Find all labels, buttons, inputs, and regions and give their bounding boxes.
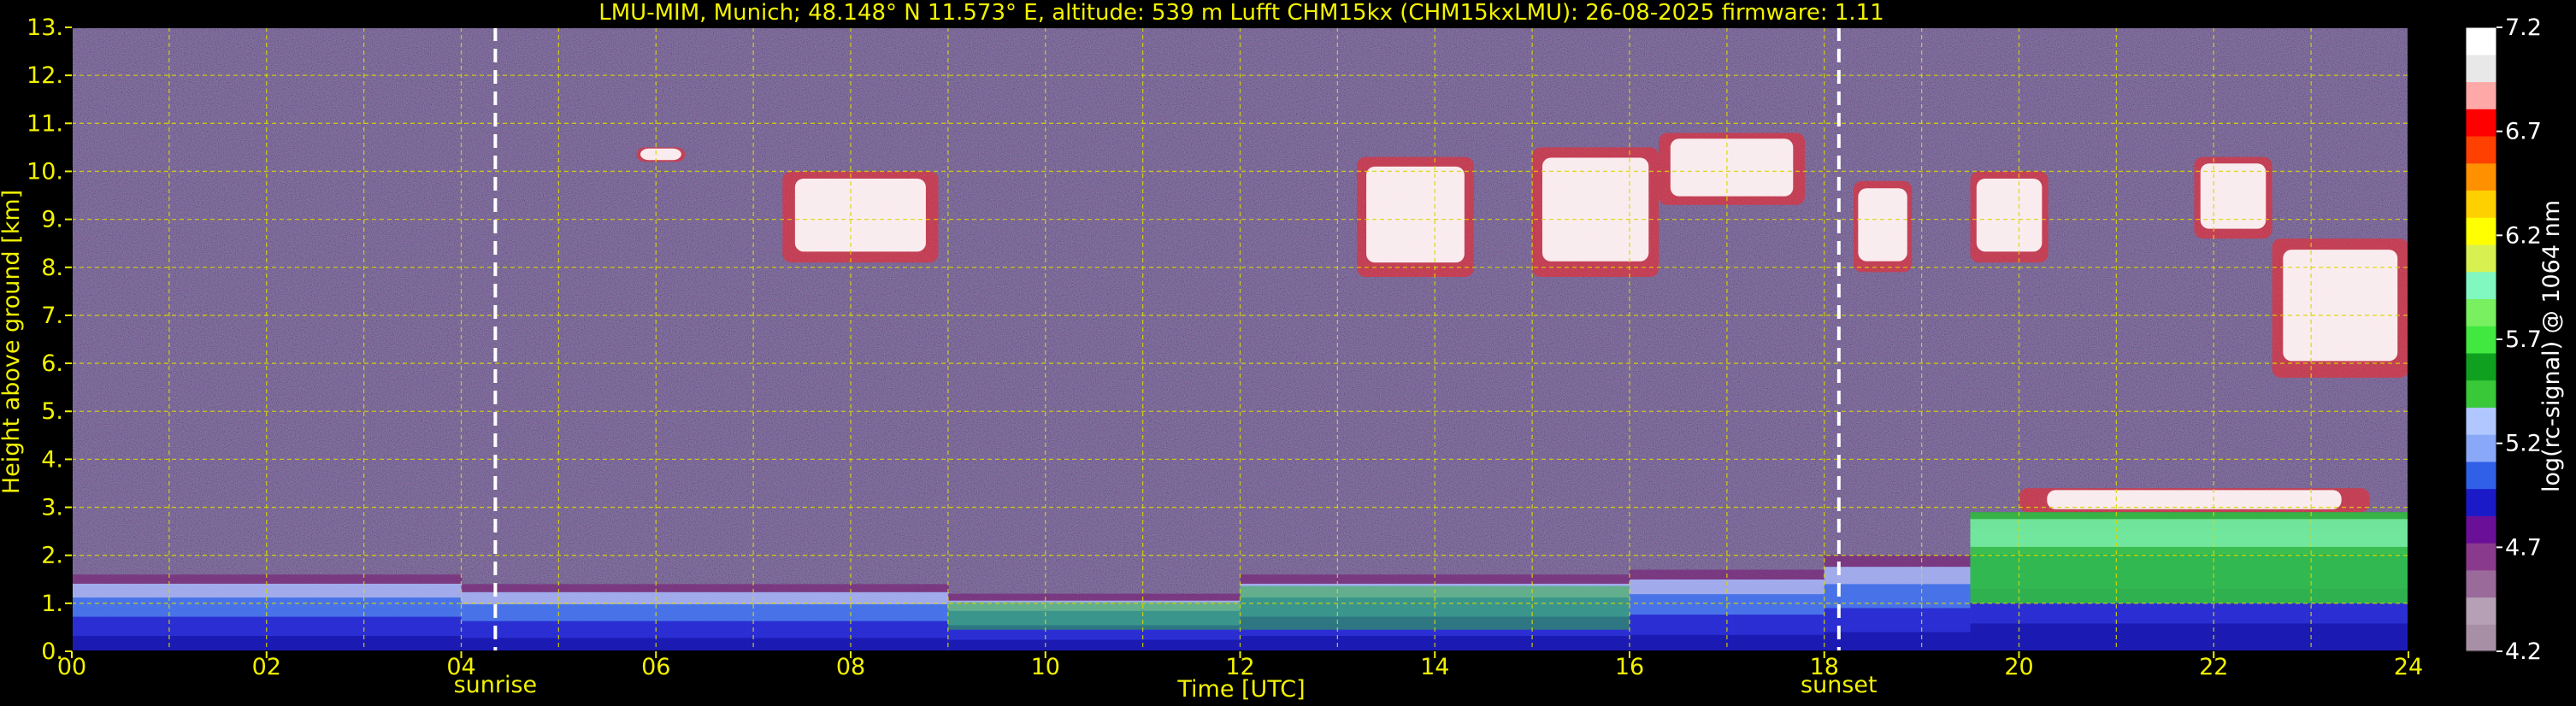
colorbar: 4.2 4.7 5.2 5.7 6.2 6.7 7.2 bbox=[2465, 15, 2542, 665]
colorbar-swatch bbox=[2466, 434, 2496, 462]
colorbar-swatch bbox=[2466, 271, 2496, 299]
y-tick-label: 2. bbox=[41, 543, 63, 569]
cloud-core bbox=[2283, 250, 2398, 362]
colorbar-swatch bbox=[2466, 217, 2496, 245]
x-tick-label: 16 bbox=[1615, 654, 1644, 680]
cloud-feature bbox=[1853, 180, 1913, 273]
cloud-feature bbox=[2019, 488, 2370, 513]
boundary-layer-segment bbox=[1970, 512, 2408, 651]
y-tick-label: 4. bbox=[41, 446, 63, 473]
colorbar-tick-label: 7.2 bbox=[2505, 15, 2542, 41]
colorbar-tick-label: 5.7 bbox=[2505, 327, 2542, 353]
x-tick-label: 08 bbox=[836, 654, 865, 680]
y-axis-label: Height above ground [km] bbox=[0, 190, 25, 494]
y-tick-label: 3. bbox=[41, 495, 63, 521]
colorbar-tick-label: 5.2 bbox=[2505, 431, 2542, 457]
cloud-core bbox=[1976, 178, 2043, 252]
colorbar-swatch bbox=[2466, 569, 2496, 598]
boundary-layer-band bbox=[1970, 623, 2408, 651]
cloud-feature bbox=[1659, 132, 1805, 205]
colorbar-swatch bbox=[2466, 298, 2496, 327]
cloud-core bbox=[640, 148, 681, 161]
ceilometer-chart: LMU-MIM, Munich; 48.148° N 11.573° E, al… bbox=[0, 0, 2565, 703]
cloud-core bbox=[1670, 138, 1794, 197]
colorbar-swatch bbox=[2466, 81, 2496, 109]
cloud-feature bbox=[636, 147, 686, 162]
boundary-layer-segment bbox=[461, 584, 949, 651]
colorbar-swatch bbox=[2466, 624, 2496, 652]
cloud-core bbox=[1366, 166, 1465, 263]
y-tick-label: 8. bbox=[41, 255, 63, 281]
y-tick-label: 7. bbox=[41, 303, 63, 329]
y-tick-label: 1. bbox=[41, 591, 63, 617]
aerosol-band bbox=[947, 602, 1241, 630]
cloud-core bbox=[1858, 188, 1907, 262]
x-tick-label: 20 bbox=[2004, 654, 2033, 680]
x-tick-label: 22 bbox=[2199, 654, 2228, 680]
colorbar-swatch bbox=[2466, 543, 2496, 571]
boundary-layer-band bbox=[947, 639, 1241, 651]
colorbar-swatch bbox=[2466, 352, 2496, 381]
cloud-core bbox=[2047, 490, 2342, 509]
colorbar-swatch bbox=[2466, 190, 2496, 218]
colorbar-tick-label: 4.2 bbox=[2505, 638, 2542, 665]
cloud-feature bbox=[1357, 156, 1474, 277]
x-axis-label: Time [UTC] bbox=[1176, 676, 1305, 703]
x-tick-label: 04 bbox=[446, 654, 475, 680]
boundary-layer-band bbox=[1824, 632, 1972, 651]
colorbar-swatch bbox=[2466, 407, 2496, 435]
colorbar-tick-label: 6.2 bbox=[2505, 222, 2542, 249]
cloud-core bbox=[1541, 157, 1649, 262]
y-tick-label: 13. bbox=[27, 15, 63, 41]
colorbar-tick-label: 4.7 bbox=[2505, 534, 2542, 561]
x-tick-label: 18 bbox=[1810, 654, 1839, 680]
cloud-feature bbox=[782, 171, 939, 263]
colorbar-swatch bbox=[2466, 597, 2496, 625]
colorbar-swatch bbox=[2466, 54, 2496, 83]
colorbar-tick-label: 6.7 bbox=[2505, 119, 2542, 145]
chart-title: LMU-MIM, Munich; 48.148° N 11.573° E, al… bbox=[598, 0, 1883, 26]
cloud-feature bbox=[1970, 171, 2048, 263]
cloud-feature bbox=[2194, 156, 2272, 239]
colorbar-swatch bbox=[2466, 326, 2496, 354]
colorbar-swatch bbox=[2466, 162, 2496, 191]
y-tick-label: 12. bbox=[27, 62, 63, 89]
x-tick-label: 02 bbox=[252, 654, 281, 680]
colorbar-swatch bbox=[2466, 515, 2496, 544]
boundary-layer-segment bbox=[947, 593, 1241, 651]
y-tick-label: 11. bbox=[27, 110, 63, 137]
y-tick-label: 6. bbox=[41, 350, 63, 377]
x-tick-label: 06 bbox=[641, 654, 670, 680]
cloud-feature bbox=[1532, 147, 1659, 277]
colorbar-swatch bbox=[2466, 461, 2496, 490]
colorbar-swatch bbox=[2466, 109, 2496, 137]
cloud-core bbox=[794, 178, 926, 252]
y-tick-label: 0. bbox=[41, 638, 63, 665]
x-tick-label: 24 bbox=[2394, 654, 2423, 680]
y-tick-label: 5. bbox=[41, 398, 63, 425]
boundary-layer-band bbox=[461, 638, 949, 651]
cloud-core bbox=[2200, 163, 2267, 229]
x-tick-label: 10 bbox=[1031, 654, 1060, 680]
cloud-feature bbox=[2272, 238, 2408, 378]
colorbar-swatch bbox=[2466, 379, 2496, 408]
y-tick-label: 9. bbox=[41, 207, 63, 233]
colorbar-label: log(rc-signal) @ 1064 nm bbox=[2538, 200, 2565, 492]
colorbar-swatch bbox=[2466, 27, 2496, 56]
colorbar-swatch bbox=[2466, 244, 2496, 273]
x-tick-label: 14 bbox=[1420, 654, 1449, 680]
y-tick-label: 10. bbox=[27, 158, 63, 185]
colorbar-swatch bbox=[2466, 488, 2496, 516]
colorbar-swatch bbox=[2466, 135, 2496, 164]
aerosol-band bbox=[1970, 519, 2408, 547]
